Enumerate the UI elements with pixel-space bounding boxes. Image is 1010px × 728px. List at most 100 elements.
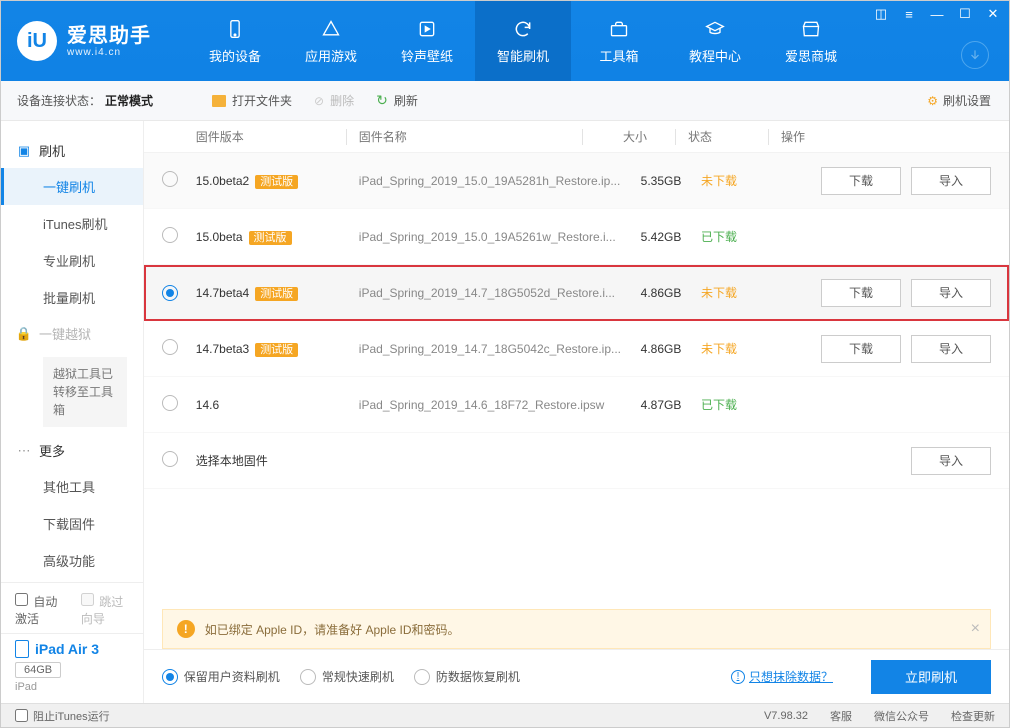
column-status: 状态	[688, 128, 768, 145]
wechat-link[interactable]: 微信公众号	[874, 708, 929, 724]
sidebar-item-othertools[interactable]: 其他工具	[1, 468, 143, 505]
minimize-icon[interactable]: —	[927, 5, 947, 23]
firmware-version: 14.6	[196, 398, 219, 412]
firmware-version: 选择本地固件	[196, 454, 268, 468]
banner-close-icon[interactable]: ×	[971, 620, 980, 638]
sidebar-group-jailbreak: 🔒 一键越狱	[1, 316, 143, 351]
flash-now-button[interactable]: 立即刷机	[871, 660, 991, 694]
sidebar-item-oneclick[interactable]: 一键刷机	[1, 168, 143, 205]
sidebar-item-advanced[interactable]: 高级功能	[1, 542, 143, 579]
sidebar-group-flash[interactable]: ▣ 刷机	[1, 133, 143, 168]
row-action-button[interactable]: 下载	[821, 279, 901, 307]
table-row[interactable]: 14.7beta4测试版iPad_Spring_2019_14.7_18G505…	[144, 265, 1009, 321]
auto-activate-checkbox[interactable]: 自动激活	[15, 593, 63, 627]
firmware-size: 4.87GB	[621, 398, 701, 412]
nav-store[interactable]: 爱思商城	[763, 1, 859, 81]
firmware-status: 已下载	[701, 228, 781, 245]
refresh-button[interactable]: ↻ 刷新	[376, 92, 418, 109]
table-row[interactable]: 选择本地固件 导入	[144, 433, 1009, 489]
row-radio[interactable]	[162, 285, 178, 301]
logo[interactable]: iU 爱思助手 www.i4.cn	[17, 21, 187, 61]
firmware-version: 14.7beta3	[196, 342, 249, 356]
table-row[interactable]: 14.6iPad_Spring_2019_14.6_18F72_Restore.…	[144, 377, 1009, 433]
device-capacity: 64GB	[15, 662, 61, 678]
table-header: 固件版本 固件名称 大小 状态 操作	[144, 121, 1009, 153]
firmware-status: 已下载	[701, 396, 781, 413]
beta-badge: 测试版	[255, 175, 298, 189]
row-action-button[interactable]: 下载	[821, 335, 901, 363]
toolbar: 打开文件夹 ⊘ 删除 ↻ 刷新 ⚙ 刷机设置	[194, 81, 1009, 121]
firmware-size: 4.86GB	[621, 286, 701, 300]
logo-icon: iU	[17, 21, 57, 61]
flash-icon: ▣	[17, 144, 31, 158]
nav-apps[interactable]: 应用游戏	[283, 1, 379, 81]
row-action-button[interactable]: 导入	[911, 167, 991, 195]
firmware-status: 未下载	[701, 172, 781, 189]
download-indicator-icon[interactable]	[961, 41, 989, 69]
support-link[interactable]: 客服	[830, 708, 852, 724]
more-icon: ⋯	[17, 444, 31, 458]
nav-music[interactable]: 铃声壁纸	[379, 1, 475, 81]
table-row[interactable]: 15.0beta2 测试版 iPad_Spring_2019_15.0_19A528…	[144, 153, 1009, 209]
sidebar-group-more[interactable]: ⋯ 更多	[1, 433, 143, 468]
warning-icon: !	[177, 620, 195, 638]
row-radio[interactable]	[162, 227, 178, 243]
sidebar-item-pro[interactable]: 专业刷机	[1, 242, 143, 279]
jailbreak-notice: 越狱工具已转移至工具箱	[43, 357, 127, 427]
brand-url: www.i4.cn	[67, 47, 151, 58]
option-normal[interactable]: 常规快速刷机	[300, 668, 394, 685]
row-action-button[interactable]: 导入	[911, 279, 991, 307]
firmware-name: iPad_Spring_2019_14.7_18G5052d_Restore.i…	[359, 286, 621, 300]
nav-refresh[interactable]: 智能刷机	[475, 1, 571, 81]
table-row[interactable]: 15.0beta测试版iPad_Spring_2019_15.0_19A5261…	[144, 209, 1009, 265]
delete-icon: ⊘	[314, 94, 324, 108]
nav-phone[interactable]: 我的设备	[187, 1, 283, 81]
beta-badge: 测试版	[255, 343, 298, 357]
option-keep-data[interactable]: 保留用户资料刷机	[162, 668, 280, 685]
firmware-version: 15.0beta2	[196, 174, 249, 188]
column-ops: 操作	[781, 128, 991, 145]
row-action-button[interactable]: 导入	[911, 335, 991, 363]
firmware-status: 未下载	[701, 340, 781, 357]
row-action-button[interactable]: 下载	[821, 167, 901, 195]
block-itunes-checkbox[interactable]: 阻止iTunes运行	[15, 708, 110, 724]
row-action-button[interactable]: 导入	[911, 447, 991, 475]
footer: 阻止iTunes运行 V7.98.32 客服 微信公众号 检查更新	[1, 703, 1009, 727]
sidebar-item-downloadfw[interactable]: 下载固件	[1, 505, 143, 542]
theme-icon[interactable]: ◫	[871, 5, 891, 23]
lock-icon: 🔒	[17, 327, 31, 341]
row-radio[interactable]	[162, 451, 178, 467]
refresh-icon	[512, 18, 534, 40]
maximize-icon[interactable]: ☐	[955, 5, 975, 23]
row-radio[interactable]	[162, 395, 178, 411]
option-antirecover[interactable]: 防数据恢复刷机	[414, 668, 520, 685]
nav-graduate[interactable]: 教程中心	[667, 1, 763, 81]
gear-icon: ⚙	[927, 94, 938, 108]
connection-status: 设备连接状态：正常模式	[1, 81, 194, 121]
menu-icon[interactable]: ≡	[899, 5, 919, 23]
firmware-size: 5.35GB	[621, 174, 701, 188]
beta-badge: 测试版	[249, 231, 292, 245]
table-row[interactable]: 14.7beta3测试版iPad_Spring_2019_14.7_18G504…	[144, 321, 1009, 377]
device-name: iPad Air 3	[15, 640, 129, 658]
device-type: iPad	[15, 681, 129, 693]
nav-toolbox[interactable]: 工具箱	[571, 1, 667, 81]
skip-guide-checkbox[interactable]: 跳过向导	[81, 593, 129, 627]
check-update-link[interactable]: 检查更新	[951, 708, 995, 724]
phone-icon	[224, 18, 246, 40]
apps-icon	[320, 18, 342, 40]
row-radio[interactable]	[162, 339, 178, 355]
beta-badge: 测试版	[255, 287, 298, 301]
close-icon[interactable]: ✕	[983, 5, 1003, 23]
sidebar-item-batch[interactable]: 批量刷机	[1, 279, 143, 316]
open-folder-button[interactable]: 打开文件夹	[212, 92, 292, 109]
erase-only-link[interactable]: !只想抹除数据？	[731, 668, 833, 685]
row-radio[interactable]	[162, 171, 178, 187]
firmware-name: iPad_Spring_2019_15.0_19A5281h_Restore.i…	[359, 174, 621, 188]
device-info[interactable]: iPad Air 3 64GB iPad	[15, 640, 129, 693]
column-size: 大小	[595, 128, 675, 145]
sidebar-item-itunes[interactable]: iTunes刷机	[1, 205, 143, 242]
flash-settings-button[interactable]: ⚙ 刷机设置	[927, 92, 991, 109]
column-version: 固件版本	[196, 128, 346, 145]
folder-icon	[212, 95, 226, 107]
